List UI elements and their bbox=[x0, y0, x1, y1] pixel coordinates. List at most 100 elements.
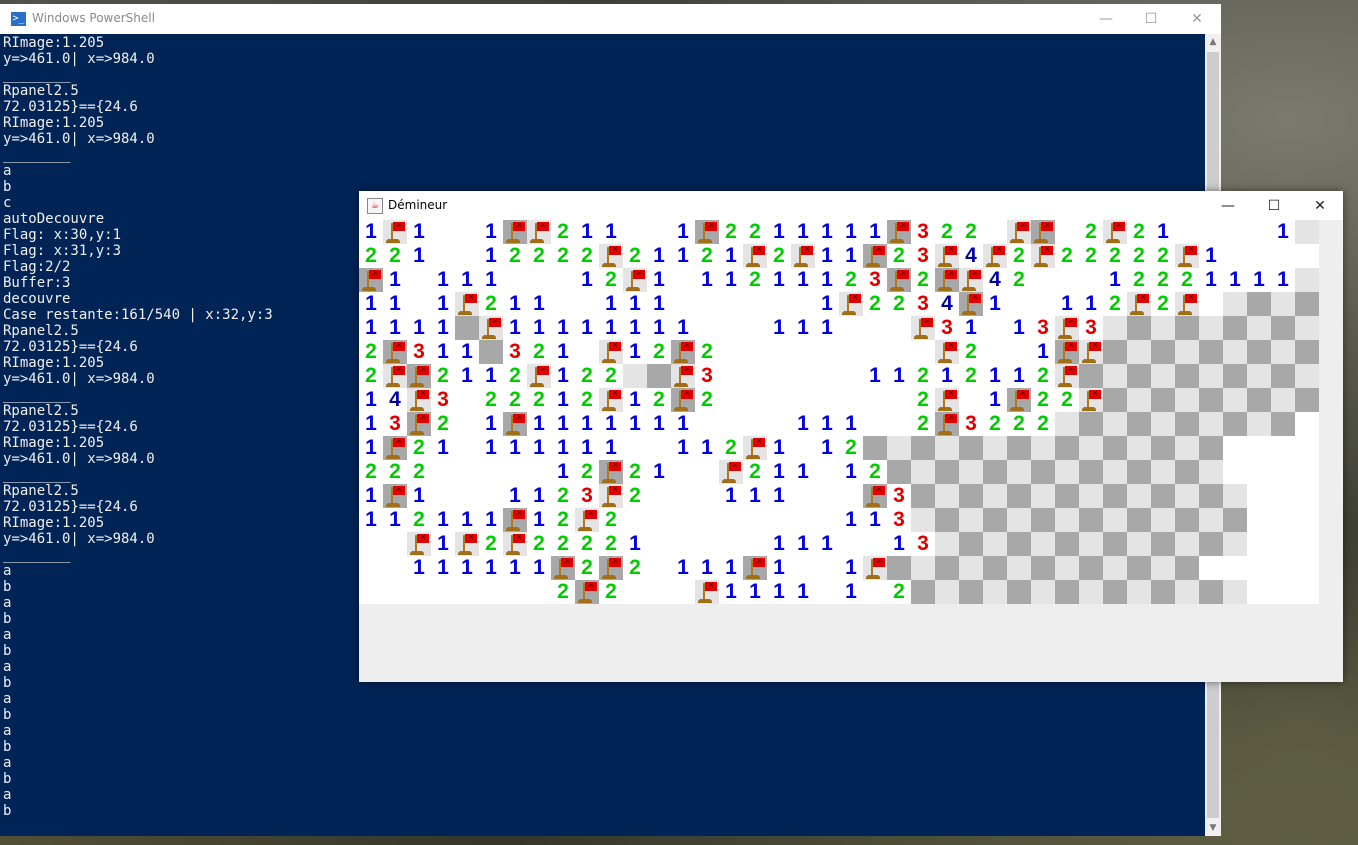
unrevealed-cell[interactable] bbox=[1079, 556, 1103, 580]
number-cell[interactable]: 2 bbox=[743, 220, 767, 244]
number-cell[interactable]: 1 bbox=[623, 388, 647, 412]
number-cell[interactable]: 1 bbox=[1247, 268, 1271, 292]
unrevealed-cell[interactable] bbox=[1175, 508, 1199, 532]
number-cell[interactable]: 1 bbox=[983, 292, 1007, 316]
number-cell[interactable]: 1 bbox=[431, 532, 455, 556]
unrevealed-cell[interactable] bbox=[1295, 388, 1319, 412]
unrevealed-cell[interactable] bbox=[1007, 580, 1031, 604]
number-cell[interactable]: 1 bbox=[551, 340, 575, 364]
flag-icon[interactable]: × bbox=[551, 556, 575, 580]
number-cell[interactable]: 1 bbox=[791, 532, 815, 556]
number-cell[interactable]: 2 bbox=[1079, 244, 1103, 268]
revealed-empty-cell[interactable] bbox=[1271, 580, 1295, 604]
number-cell[interactable]: 1 bbox=[767, 532, 791, 556]
number-cell[interactable]: 2 bbox=[599, 508, 623, 532]
revealed-empty-cell[interactable] bbox=[647, 556, 671, 580]
revealed-empty-cell[interactable] bbox=[455, 244, 479, 268]
revealed-empty-cell[interactable] bbox=[839, 316, 863, 340]
revealed-empty-cell[interactable] bbox=[455, 580, 479, 604]
number-cell[interactable]: 1 bbox=[479, 556, 503, 580]
flag-icon[interactable]: × bbox=[671, 388, 695, 412]
unrevealed-cell[interactable] bbox=[1151, 340, 1175, 364]
number-cell[interactable]: 2 bbox=[647, 340, 671, 364]
number-cell[interactable]: 1 bbox=[863, 364, 887, 388]
number-cell[interactable]: 2 bbox=[575, 364, 599, 388]
flag-icon[interactable]: × bbox=[599, 244, 623, 268]
unrevealed-cell[interactable] bbox=[1199, 484, 1223, 508]
number-cell[interactable]: 1 bbox=[479, 268, 503, 292]
unrevealed-cell[interactable] bbox=[911, 484, 935, 508]
number-cell[interactable]: 1 bbox=[455, 268, 479, 292]
number-cell[interactable]: 2 bbox=[1127, 268, 1151, 292]
number-cell[interactable]: 1 bbox=[455, 340, 479, 364]
revealed-empty-cell[interactable] bbox=[767, 340, 791, 364]
revealed-empty-cell[interactable] bbox=[719, 412, 743, 436]
number-cell[interactable]: 1 bbox=[623, 532, 647, 556]
flag-icon[interactable]: × bbox=[1007, 388, 1031, 412]
number-cell[interactable]: 3 bbox=[887, 484, 911, 508]
number-cell[interactable]: 1 bbox=[767, 484, 791, 508]
number-cell[interactable]: 1 bbox=[815, 220, 839, 244]
number-cell[interactable]: 1 bbox=[815, 268, 839, 292]
number-cell[interactable]: 3 bbox=[911, 532, 935, 556]
flag-icon[interactable]: × bbox=[1055, 364, 1079, 388]
revealed-empty-cell[interactable] bbox=[911, 340, 935, 364]
unrevealed-cell[interactable] bbox=[1127, 412, 1151, 436]
revealed-empty-cell[interactable] bbox=[1223, 244, 1247, 268]
unrevealed-cell[interactable] bbox=[1055, 508, 1079, 532]
number-cell[interactable]: 1 bbox=[767, 580, 791, 604]
unrevealed-cell[interactable] bbox=[1103, 556, 1127, 580]
number-cell[interactable]: 2 bbox=[527, 244, 551, 268]
number-cell[interactable]: 1 bbox=[383, 316, 407, 340]
number-cell[interactable]: 2 bbox=[1175, 268, 1199, 292]
unrevealed-cell[interactable] bbox=[1127, 460, 1151, 484]
unrevealed-cell[interactable] bbox=[959, 580, 983, 604]
number-cell[interactable]: 1 bbox=[623, 292, 647, 316]
number-cell[interactable]: 4 bbox=[959, 244, 983, 268]
revealed-empty-cell[interactable] bbox=[1247, 508, 1271, 532]
revealed-empty-cell[interactable] bbox=[503, 460, 527, 484]
revealed-empty-cell[interactable] bbox=[983, 316, 1007, 340]
unrevealed-cell[interactable] bbox=[1223, 316, 1247, 340]
flag-icon[interactable]: × bbox=[695, 580, 719, 604]
number-cell[interactable]: 2 bbox=[623, 556, 647, 580]
unrevealed-cell[interactable] bbox=[887, 460, 911, 484]
unrevealed-cell[interactable] bbox=[1055, 556, 1079, 580]
unrevealed-cell[interactable] bbox=[1175, 556, 1199, 580]
revealed-empty-cell[interactable] bbox=[1247, 580, 1271, 604]
flag-icon[interactable]: × bbox=[935, 244, 959, 268]
revealed-empty-cell[interactable] bbox=[671, 508, 695, 532]
unrevealed-cell[interactable] bbox=[935, 580, 959, 604]
number-cell[interactable]: 1 bbox=[431, 292, 455, 316]
number-cell[interactable]: 3 bbox=[1031, 316, 1055, 340]
number-cell[interactable]: 3 bbox=[911, 220, 935, 244]
revealed-empty-cell[interactable] bbox=[671, 292, 695, 316]
revealed-empty-cell[interactable] bbox=[695, 532, 719, 556]
number-cell[interactable]: 1 bbox=[1031, 340, 1055, 364]
number-cell[interactable]: 2 bbox=[551, 220, 575, 244]
revealed-empty-cell[interactable] bbox=[791, 292, 815, 316]
number-cell[interactable]: 1 bbox=[743, 580, 767, 604]
number-cell[interactable]: 2 bbox=[407, 436, 431, 460]
unrevealed-cell[interactable] bbox=[1271, 364, 1295, 388]
unrevealed-cell[interactable] bbox=[1223, 532, 1247, 556]
unrevealed-cell[interactable] bbox=[959, 460, 983, 484]
number-cell[interactable]: 2 bbox=[359, 460, 383, 484]
number-cell[interactable]: 1 bbox=[1103, 268, 1127, 292]
revealed-empty-cell[interactable] bbox=[863, 412, 887, 436]
number-cell[interactable]: 2 bbox=[551, 580, 575, 604]
unrevealed-cell[interactable] bbox=[1199, 388, 1223, 412]
number-cell[interactable]: 1 bbox=[1007, 316, 1031, 340]
revealed-empty-cell[interactable] bbox=[839, 484, 863, 508]
number-cell[interactable]: 1 bbox=[767, 436, 791, 460]
revealed-empty-cell[interactable] bbox=[647, 220, 671, 244]
unrevealed-cell[interactable] bbox=[1223, 364, 1247, 388]
revealed-empty-cell[interactable] bbox=[383, 556, 407, 580]
revealed-empty-cell[interactable] bbox=[1007, 340, 1031, 364]
revealed-empty-cell[interactable] bbox=[359, 580, 383, 604]
number-cell[interactable]: 2 bbox=[1055, 244, 1079, 268]
revealed-empty-cell[interactable] bbox=[1199, 556, 1223, 580]
minimize-button[interactable]: — bbox=[1205, 191, 1251, 221]
revealed-empty-cell[interactable] bbox=[791, 508, 815, 532]
revealed-empty-cell[interactable] bbox=[983, 220, 1007, 244]
